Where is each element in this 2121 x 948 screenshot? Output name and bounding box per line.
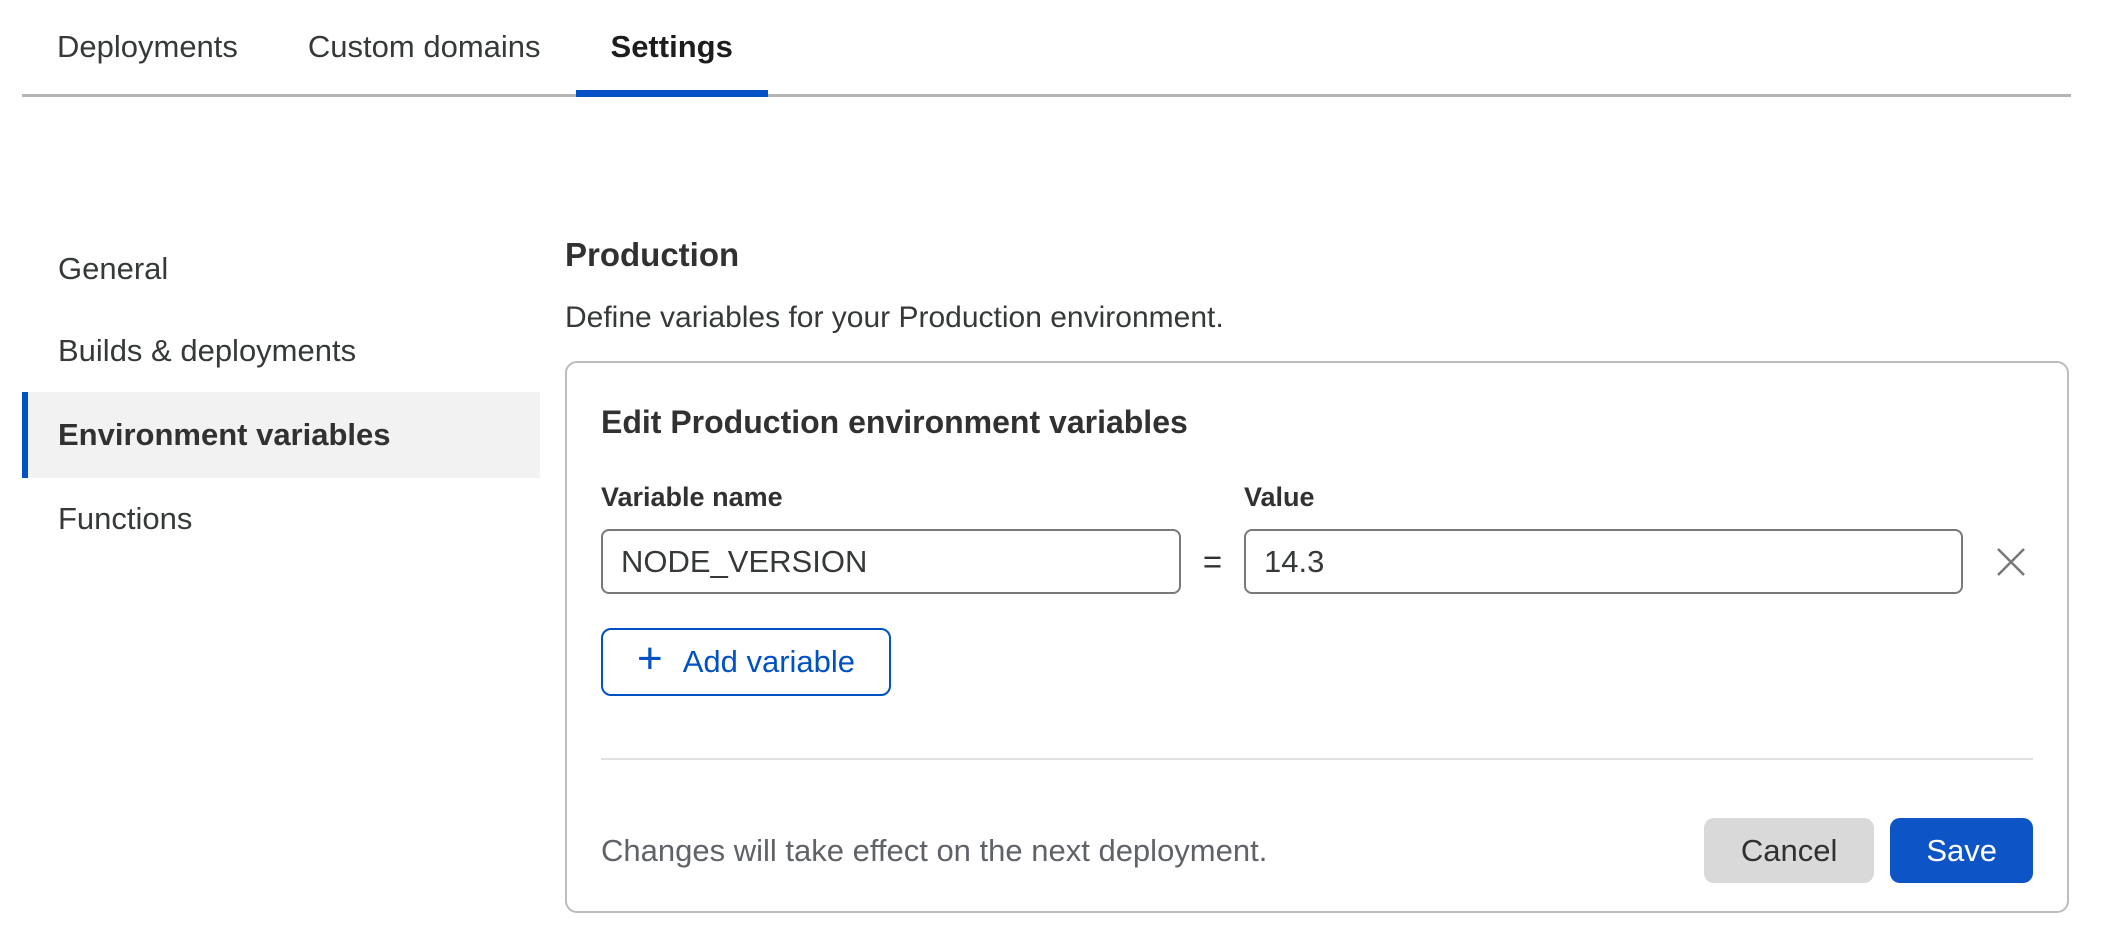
x-close-icon: [1996, 548, 2026, 576]
equals-separator: =: [1181, 529, 1244, 594]
add-variable-label: Add variable: [683, 644, 855, 680]
save-button[interactable]: Save: [1890, 818, 2033, 883]
tab-deployments[interactable]: Deployments: [22, 0, 273, 94]
footer-actions: Cancel Save: [1704, 818, 2033, 883]
card-footer: Changes will take effect on the next dep…: [601, 818, 2033, 883]
deployment-note: Changes will take effect on the next dep…: [601, 833, 1267, 869]
environment-variables-panel: Production Define variables for your Pro…: [565, 97, 2069, 913]
card-divider: [601, 758, 2033, 760]
sidebar-item-general[interactable]: General: [22, 228, 540, 310]
variable-value-column: Value: [1244, 481, 1963, 594]
plus-icon: +: [637, 637, 663, 681]
sidebar-item-functions[interactable]: Functions: [22, 478, 540, 560]
remove-variable-button[interactable]: [1989, 540, 2033, 584]
value-label: Value: [1244, 481, 1963, 513]
remove-variable-cell: [1963, 529, 2033, 594]
sidebar-item-environment-variables[interactable]: Environment variables: [22, 392, 540, 478]
variable-row: Variable name = Value: [601, 481, 2033, 594]
project-tab-bar: Deployments Custom domains Settings: [22, 0, 2071, 97]
tab-custom-domains[interactable]: Custom domains: [273, 0, 576, 94]
page-description: Define variables for your Production env…: [565, 299, 2069, 337]
variable-name-column: Variable name: [601, 481, 1181, 594]
cancel-button[interactable]: Cancel: [1704, 818, 1875, 883]
variable-name-input[interactable]: [601, 529, 1181, 594]
settings-sidebar: General Builds & deployments Environment…: [22, 97, 540, 913]
add-variable-button[interactable]: + Add variable: [601, 628, 891, 696]
sidebar-item-builds-deployments[interactable]: Builds & deployments: [22, 310, 540, 392]
settings-content: General Builds & deployments Environment…: [22, 97, 2121, 913]
card-title: Edit Production environment variables: [601, 403, 2033, 441]
variable-name-label: Variable name: [601, 481, 1181, 513]
variable-value-input[interactable]: [1244, 529, 1963, 594]
tab-settings[interactable]: Settings: [576, 0, 768, 94]
edit-variables-card: Edit Production environment variables Va…: [565, 361, 2069, 913]
page-title: Production: [565, 235, 2069, 275]
